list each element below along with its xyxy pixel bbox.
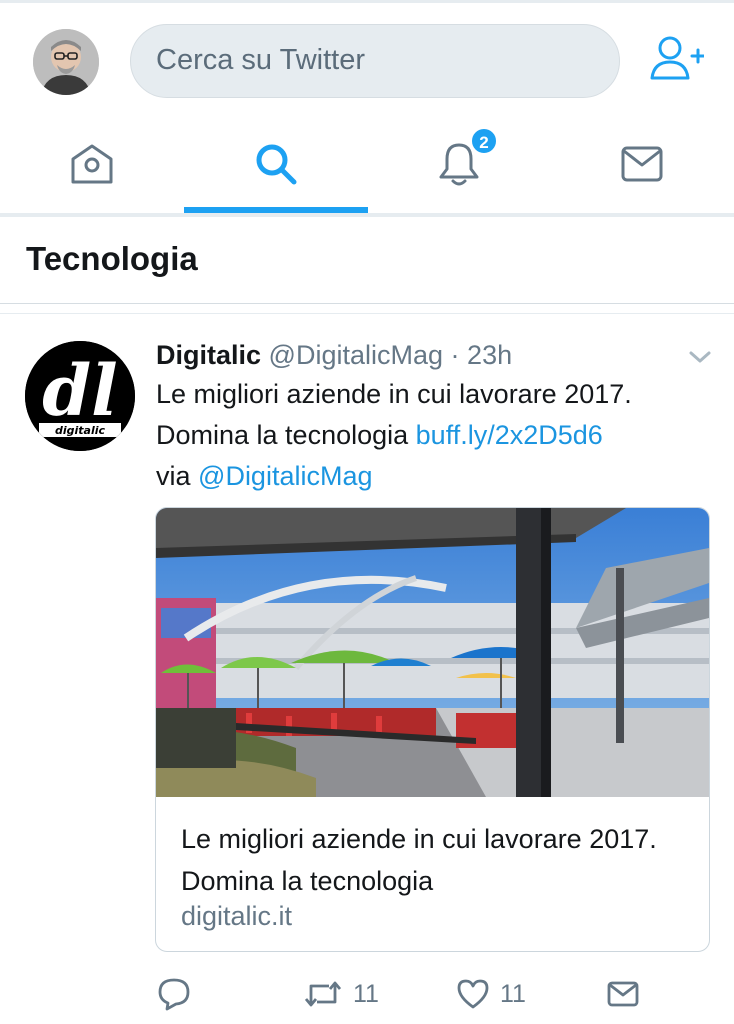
search-input[interactable]: Cerca su Twitter <box>156 44 365 77</box>
like-button[interactable]: 11 <box>456 972 526 1016</box>
nav-divider <box>0 213 734 217</box>
tweet-link[interactable]: buff.ly/2x2D5d6 <box>416 420 603 450</box>
tweet-header: Digitalic @DigitalicMag · 23h <box>156 340 512 371</box>
reply-icon <box>158 978 190 1011</box>
tweet-author-handle[interactable]: @DigitalicMag <box>269 340 443 370</box>
notifications-badge: 2 <box>470 127 498 155</box>
profile-photo <box>33 29 99 95</box>
retweet-count: 11 <box>353 979 379 1008</box>
tweet-text-line: Domina la tecnologia buff.ly/2x2D5d6 <box>156 415 716 456</box>
tab-search[interactable] <box>184 112 367 216</box>
heart-icon <box>457 979 489 1009</box>
home-icon <box>71 144 112 184</box>
tweet-timestamp[interactable]: 23h <box>467 340 512 370</box>
tab-messages[interactable] <box>550 112 733 216</box>
retweet-icon <box>304 981 342 1007</box>
tweet-text-fragment: Domina la tecnologia <box>156 420 416 450</box>
link-card[interactable]: Le migliori aziende in cui lavorare 2017… <box>155 507 710 952</box>
chevron-down-icon <box>689 351 711 363</box>
tweet-text: Le migliori aziende in cui lavorare 2017… <box>156 374 716 497</box>
tweet-text-line: Le migliori aziende in cui lavorare 2017… <box>156 379 632 409</box>
retweet-button[interactable]: 11 <box>303 972 379 1016</box>
card-title: Le migliori aziende in cui lavorare 2017… <box>181 824 657 896</box>
like-count: 11 <box>500 979 526 1008</box>
tweet-author-avatar[interactable]: dl digitalic <box>25 341 135 451</box>
tweet-mention[interactable]: @DigitalicMag <box>198 461 372 491</box>
profile-avatar[interactable] <box>33 29 99 95</box>
header-separator: · <box>450 340 460 370</box>
logo-caption: digitalic <box>55 424 106 437</box>
search-bar[interactable]: Cerca su Twitter <box>130 24 620 98</box>
tweet-author-name[interactable]: Digitalic <box>156 340 261 370</box>
digitalic-logo: dl digitalic <box>25 341 135 451</box>
tab-notifications[interactable] <box>367 112 550 216</box>
tab-bar <box>0 112 734 216</box>
add-user-button[interactable] <box>648 34 706 84</box>
messages-icon <box>621 146 662 182</box>
section-divider <box>0 303 734 304</box>
card-domain: digitalic.it <box>181 901 293 931</box>
reply-button[interactable] <box>157 972 191 1016</box>
card-image <box>156 508 709 797</box>
tweet-actions: 11 11 <box>0 972 734 1020</box>
share-button[interactable] <box>606 972 640 1016</box>
add-user-icon <box>650 36 706 80</box>
top-edge <box>0 0 734 3</box>
search-icon <box>256 144 296 185</box>
section-divider-secondary <box>0 313 734 314</box>
section-title: Tecnologia <box>26 240 198 277</box>
tweet-menu-button[interactable] <box>688 348 712 366</box>
tweet-text-line: via @DigitalicMag <box>156 456 716 497</box>
tab-home[interactable] <box>0 112 183 216</box>
share-icon <box>607 981 639 1007</box>
logo-letters: dl <box>42 349 118 432</box>
tweet-text-fragment: via <box>156 461 199 491</box>
